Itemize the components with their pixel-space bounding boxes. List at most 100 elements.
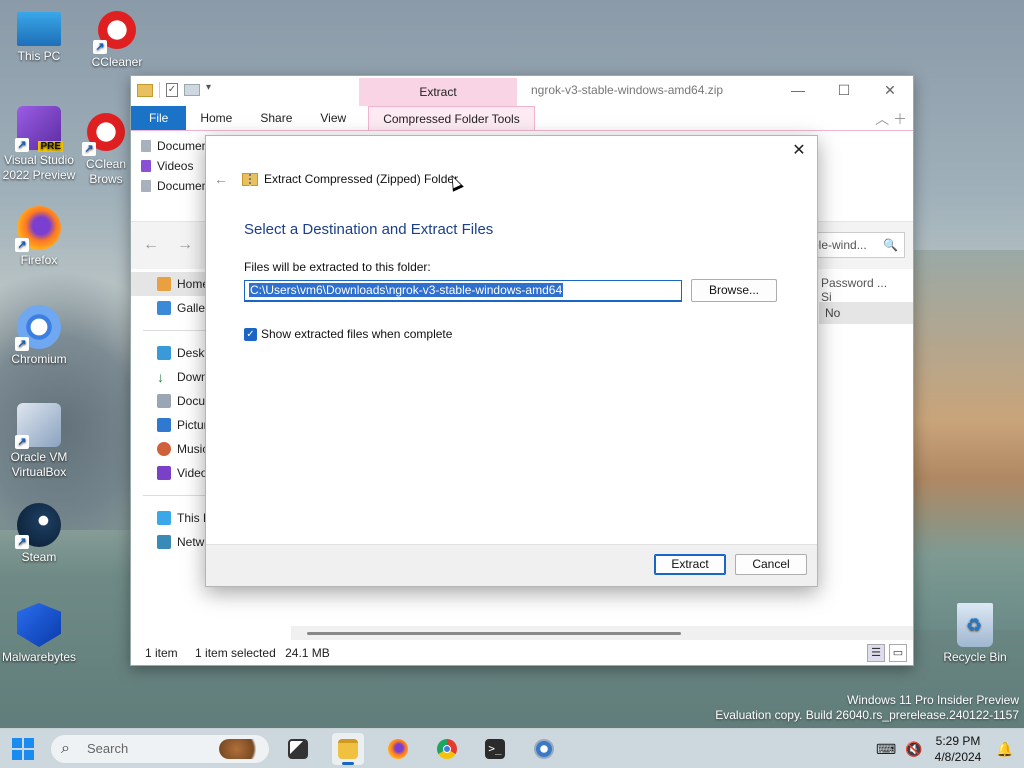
documents-icon [157, 394, 171, 408]
task-view-button[interactable] [282, 733, 314, 765]
nav-item-network[interactable]: Netw [131, 530, 207, 554]
dialog-close-button[interactable]: ✕ [789, 142, 809, 162]
extract-button[interactable]: Extract [654, 554, 726, 575]
new-folder-icon[interactable] [184, 84, 200, 96]
scrollbar-thumb[interactable] [307, 632, 681, 635]
show-files-checkbox-row[interactable]: ✓ Show extracted files when complete [244, 327, 452, 341]
tab-file[interactable]: File [131, 106, 187, 130]
firefox-icon: ↗ [15, 206, 61, 252]
nav-divider [143, 330, 207, 331]
tab-view[interactable]: View [306, 106, 360, 130]
recent-items: Documen Videos Documen [137, 136, 208, 196]
desktop-icon-label: Firefox [20, 253, 58, 267]
extract-context-tab[interactable]: Extract [359, 78, 517, 106]
nav-item-pictures[interactable]: Pictur [131, 413, 207, 437]
watermark-line-1: Windows 11 Pro Insider Preview [847, 693, 1019, 707]
nav-item-documents[interactable]: Docu [131, 389, 207, 413]
tab-compressed-folder-tools[interactable]: Compressed Folder Tools [368, 106, 535, 130]
close-window-button[interactable]: ✕ [867, 76, 913, 106]
desktop-icon-steam[interactable]: ↗ Steam [0, 503, 78, 565]
chrome-icon [437, 739, 457, 759]
cancel-button[interactable]: Cancel [735, 554, 807, 575]
network-tray-icon[interactable]: ⌨ [876, 741, 896, 757]
start-button[interactable] [12, 738, 34, 760]
desktop-icon-ccleaner[interactable]: ↗ CCleaner [78, 8, 156, 70]
nav-label: This P [177, 511, 207, 525]
nav-label: Pictur [177, 418, 207, 432]
selection-count: 1 item selected [195, 646, 276, 660]
ccleaner-browser-icon: ↗ [82, 110, 128, 156]
properties-icon[interactable]: ✓ [166, 83, 178, 97]
back-arrow-icon[interactable]: ← [143, 236, 177, 253]
taskbar-search-box[interactable]: ⌕ Search [50, 734, 270, 764]
desktop-icon-this-pc[interactable]: This PC [0, 8, 78, 64]
recent-item[interactable]: Documen [137, 176, 208, 196]
ribbon-tabs: File Home Share View Compressed Folder T… [131, 106, 913, 131]
nav-item-desktop[interactable]: Deskt [131, 341, 207, 365]
maximize-button[interactable]: ☐ [821, 76, 867, 106]
taskbar-chrome[interactable] [431, 733, 463, 765]
taskbar-terminal[interactable]: >_ [479, 733, 511, 765]
desktop-icon-ccleaner-browser[interactable]: ↗ CClean Brows [80, 110, 132, 187]
taskbar-settings[interactable] [528, 733, 560, 765]
nav-item-music[interactable]: Music [131, 437, 207, 461]
recent-item[interactable]: Documen [137, 136, 208, 156]
nav-label: Deskt [177, 346, 207, 360]
browse-button[interactable]: Browse... [691, 279, 777, 302]
nav-item-downloads[interactable]: ↓ Down [131, 365, 207, 389]
toolbar-divider [159, 82, 160, 98]
minimize-button[interactable]: — [775, 76, 821, 106]
watermark-line-2: Evaluation copy. Build 26040.rs_prerelea… [715, 708, 1019, 722]
malwarebytes-icon [17, 603, 61, 647]
title-bar: ✓ ▾ Extract ngrok-v3-stable-windows-amd6… [131, 76, 913, 106]
notification-bell-icon[interactable]: 🔔 [996, 741, 1013, 757]
download-arrow-icon: ↓ [157, 369, 164, 385]
monitor-icon [17, 12, 61, 46]
clock-date: 4/8/2024 [934, 750, 982, 764]
nav-item-gallery[interactable]: Galler [131, 296, 207, 320]
desktop-icon-label: Recycle Bin [943, 650, 1007, 664]
taskbar-file-explorer[interactable] [332, 733, 364, 765]
horizontal-scrollbar[interactable] [291, 626, 913, 640]
nav-item-videos[interactable]: Video [131, 461, 207, 485]
customize-qat-icon[interactable]: ▾ [206, 82, 216, 98]
taskbar-search-placeholder: Search [87, 741, 129, 756]
settings-gear-icon [534, 739, 554, 759]
details-view-icon[interactable]: ☰ [867, 644, 885, 662]
taskbar-clock[interactable]: 5:29 PM 4/8/2024 [932, 733, 984, 765]
clock-time: 5:29 PM [935, 734, 981, 748]
help-plus-icon[interactable]: ＋ [893, 111, 907, 127]
file-row-password-cell[interactable]: No [819, 302, 913, 324]
show-files-checkbox[interactable]: ✓ [244, 327, 257, 341]
desktop-icon-label: Oracle VM [10, 450, 68, 464]
desktop-icon-virtualbox[interactable]: ↗ Oracle VM VirtualBox [0, 403, 78, 480]
column-password[interactable]: Password ... [821, 276, 887, 290]
file-explorer-icon [338, 739, 358, 759]
desktop-icon-visual-studio[interactable]: PRE ↗ Visual Studio 2022 Preview [0, 106, 78, 183]
tab-share[interactable]: Share [246, 106, 306, 130]
desktop-icon-chromium[interactable]: ↗ Chromium [0, 305, 78, 367]
nav-item-home[interactable]: Home [131, 272, 207, 296]
destination-path-input[interactable]: C:\Users\vm6\Downloads\ngrok-v3-stable-w… [244, 280, 682, 302]
large-icons-view-icon[interactable]: ▭ [889, 644, 907, 662]
search-input[interactable]: ble-wind... 🔍 [807, 232, 905, 258]
back-arrow-icon[interactable]: ← [214, 171, 228, 187]
taskbar-firefox[interactable] [382, 733, 414, 765]
zip-folder-icon [242, 172, 258, 186]
tab-home[interactable]: Home [186, 106, 246, 130]
desktop-icon-recycle-bin[interactable]: ♻ Recycle Bin [936, 603, 1014, 665]
desktop-icon-label: CClean [85, 157, 127, 171]
collapse-ribbon-icon[interactable]: ︿ [875, 111, 889, 127]
desktop-icon-label: Visual Studio [4, 153, 74, 167]
desktop-icon-malwarebytes[interactable]: Malwarebytes [0, 603, 78, 665]
ribbon-controls: ︿ ＋ [875, 109, 907, 129]
desktop-icon-firefox[interactable]: ↗ Firefox [0, 206, 78, 268]
recent-item[interactable]: Videos [137, 156, 208, 176]
window-title: ngrok-v3-stable-windows-amd64.zip [531, 83, 724, 97]
nav-item-this-pc[interactable]: This P [131, 506, 207, 530]
window-controls: — ☐ ✕ [775, 76, 913, 106]
volume-tray-icon[interactable]: 🔇 [905, 741, 922, 757]
search-icon: 🔍 [883, 238, 898, 252]
shortcut-arrow-icon: ↗ [82, 142, 96, 156]
music-icon [157, 442, 171, 456]
